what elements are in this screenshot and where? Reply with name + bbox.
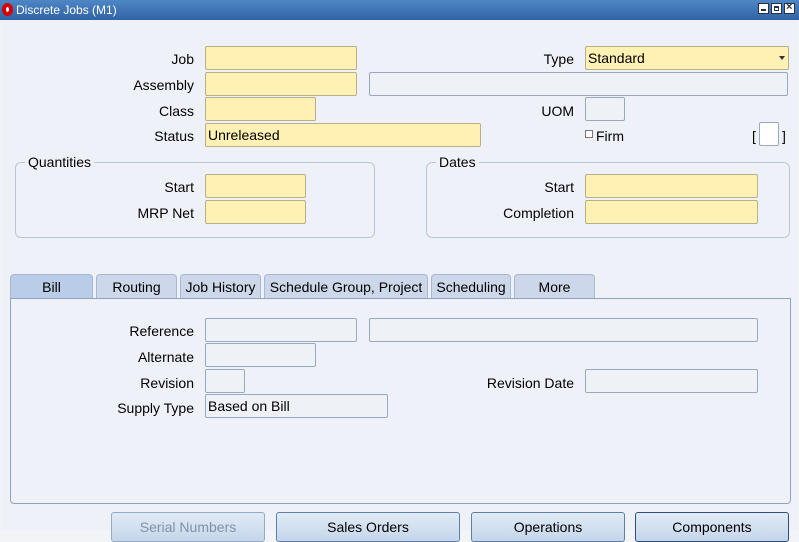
type-label: Type xyxy=(543,51,574,67)
reference-field[interactable] xyxy=(205,318,357,342)
class-field[interactable] xyxy=(205,97,316,121)
completion-date-field[interactable] xyxy=(585,200,758,224)
quantity-start-label: Start xyxy=(164,179,194,195)
quantities-group xyxy=(15,162,375,238)
reference-label: Reference xyxy=(129,323,194,339)
quantities-title: Quantities xyxy=(25,154,95,170)
reference-description-field[interactable] xyxy=(369,318,758,342)
revision-date-field[interactable] xyxy=(585,369,758,393)
quantity-start-field[interactable] xyxy=(205,174,306,198)
tab-bill[interactable]: Bill xyxy=(10,274,93,298)
uom-label: UOM xyxy=(541,103,574,119)
alternate-field[interactable] xyxy=(205,343,316,367)
oracle-logo-icon xyxy=(2,3,13,16)
flex-close-bracket: ] xyxy=(782,128,786,144)
tab-schedule-group-project[interactable]: Schedule Group, Project xyxy=(264,274,428,298)
flex-open-bracket: [ xyxy=(752,128,756,144)
job-field[interactable] xyxy=(205,46,357,70)
window-title: Discrete Jobs (M1) xyxy=(16,3,117,17)
firm-label: Firm xyxy=(596,128,624,144)
revision-field[interactable] xyxy=(205,369,245,393)
alternate-label: Alternate xyxy=(137,349,194,365)
supply-type-label: Supply Type xyxy=(117,400,194,416)
type-value: Standard xyxy=(588,50,645,66)
job-label: Job xyxy=(171,51,194,67)
supply-type-value: Based on Bill xyxy=(208,398,290,414)
completion-label: Completion xyxy=(503,205,574,221)
supply-type-field[interactable]: Based on Bill xyxy=(205,394,388,418)
tab-scheduling[interactable]: Scheduling xyxy=(431,274,511,298)
status-value: Unreleased xyxy=(208,127,280,143)
revision-date-label: Revision Date xyxy=(486,375,574,391)
status-field[interactable]: Unreleased xyxy=(205,123,481,147)
tab-routing[interactable]: Routing xyxy=(96,274,177,298)
status-label: Status xyxy=(154,128,194,144)
type-dropdown[interactable]: Standard xyxy=(585,46,789,70)
date-start-label: Start xyxy=(544,179,574,195)
maximize-icon[interactable] xyxy=(771,3,782,14)
operations-button[interactable]: Operations xyxy=(471,512,625,542)
dates-title: Dates xyxy=(436,154,479,170)
chevron-down-icon[interactable] xyxy=(779,56,785,60)
minimize-icon[interactable] xyxy=(758,3,769,14)
descriptive-flexfield[interactable] xyxy=(759,122,779,146)
sales-orders-button[interactable]: Sales Orders xyxy=(276,512,460,542)
serial-numbers-button[interactable]: Serial Numbers xyxy=(111,512,265,542)
date-start-field[interactable] xyxy=(585,174,758,198)
class-label: Class xyxy=(158,103,194,119)
mrp-net-label: MRP Net xyxy=(137,205,194,221)
close-icon[interactable] xyxy=(784,1,795,14)
assembly-label: Assembly xyxy=(133,77,194,93)
discrete-jobs-form: Job Type Standard Assembly Class UOM Sta… xyxy=(1,20,798,542)
assembly-description-field[interactable] xyxy=(369,72,788,96)
revision-label: Revision xyxy=(140,375,194,391)
title-bar: Discrete Jobs (M1) xyxy=(0,0,799,20)
uom-field[interactable] xyxy=(585,97,625,121)
components-button[interactable]: Components xyxy=(635,512,789,542)
tab-job-history[interactable]: Job History xyxy=(180,274,261,298)
firm-checkbox[interactable] xyxy=(585,130,593,138)
window-controls xyxy=(758,1,795,14)
assembly-field[interactable] xyxy=(205,72,357,96)
tab-more[interactable]: More xyxy=(514,274,595,298)
mrp-net-field[interactable] xyxy=(205,200,306,224)
